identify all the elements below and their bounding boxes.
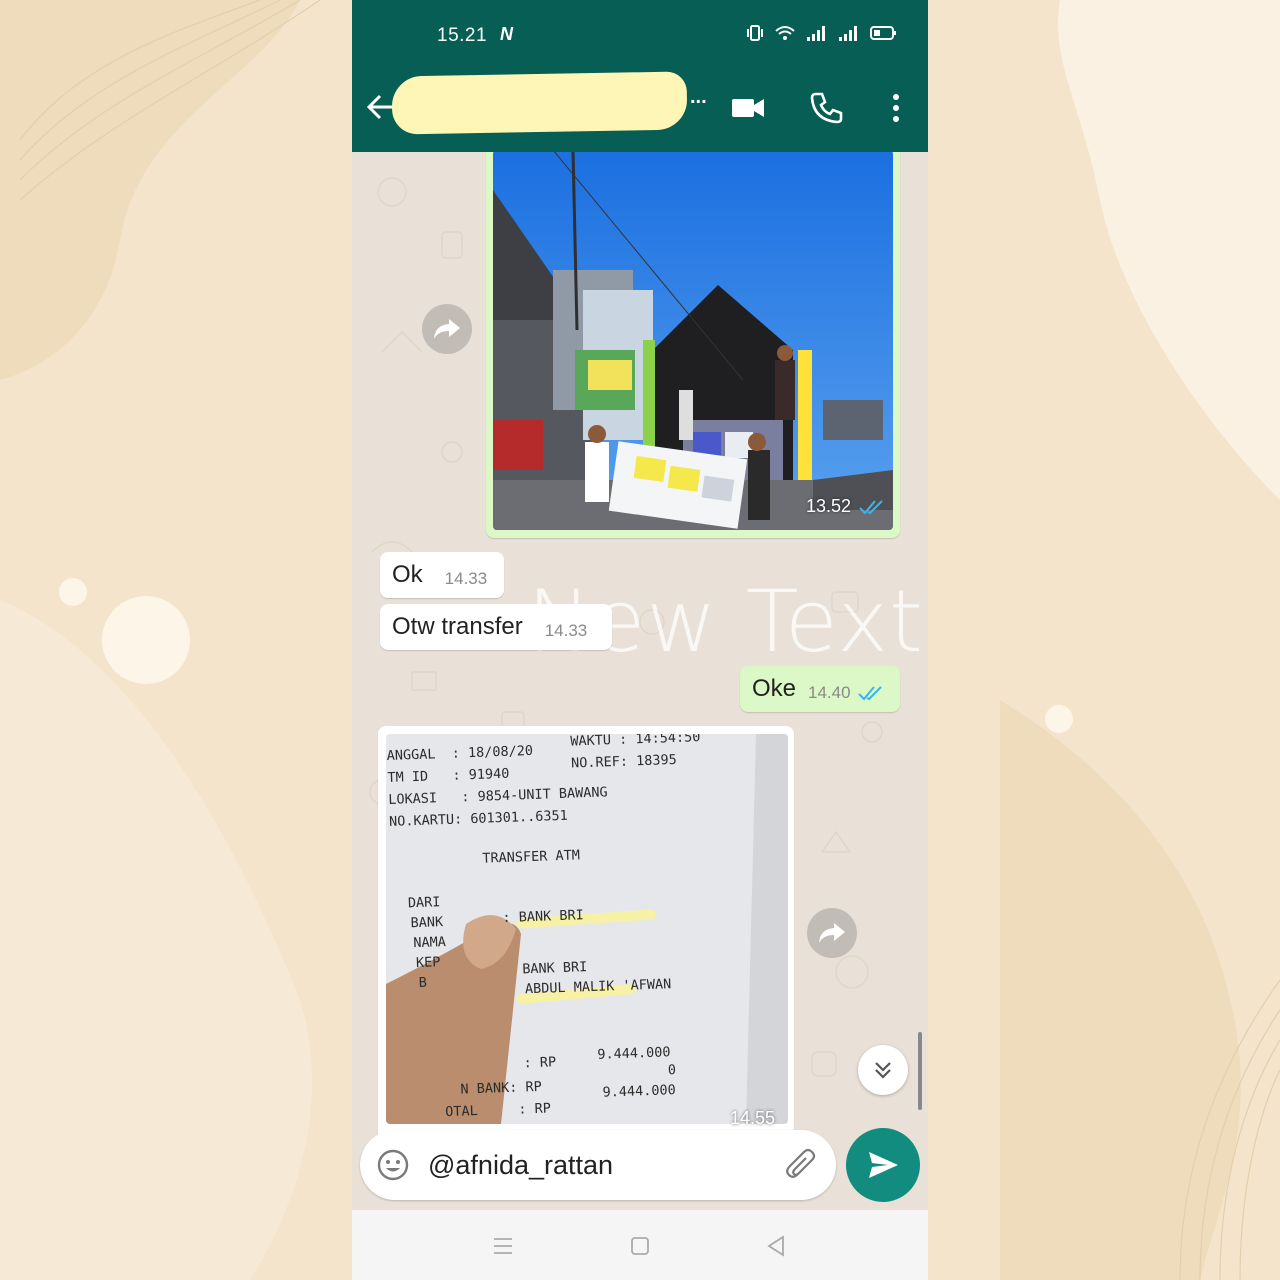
double-chevron-down-icon [875, 1062, 891, 1079]
send-button[interactable] [846, 1128, 920, 1202]
video-call-icon[interactable] [730, 90, 766, 126]
receipt-total: 9.444.000 [602, 1082, 677, 1101]
message-time: 13.52 [806, 496, 852, 516]
forward-icon [434, 319, 460, 339]
outgoing-message[interactable]: Oke 14.40 [740, 666, 900, 712]
scrollbar[interactable] [918, 1032, 922, 1110]
message-time: 14.40 [808, 683, 851, 702]
voice-call-icon[interactable] [808, 90, 844, 126]
receipt-text: ANGGAL : 18/08/20 WAKTU : 14:54:50 TM ID… [386, 734, 788, 1124]
more-options-icon[interactable] [878, 90, 914, 126]
attach-icon[interactable] [784, 1148, 820, 1184]
message-composer: @afnida_rattan [352, 1120, 928, 1210]
message-input-box[interactable]: @afnida_rattan [360, 1130, 836, 1200]
forward-button[interactable] [422, 304, 472, 354]
menu-icon[interactable] [491, 1234, 515, 1258]
send-icon [869, 1152, 898, 1178]
incoming-message[interactable]: Otw transfer 14.33 [380, 604, 612, 650]
receipt-label: BANK [410, 914, 444, 932]
forward-button[interactable] [807, 908, 857, 958]
emoji-icon[interactable] [376, 1148, 410, 1182]
receipt-to-name: ABDUL MALIK 'AFWAN [524, 976, 672, 998]
message-text: Ok [392, 561, 423, 588]
signal-icon-2 [839, 26, 857, 41]
read-ticks-icon [859, 500, 883, 515]
receipt-from-bank: : BANK BRI [502, 907, 585, 927]
home-icon[interactable] [628, 1234, 652, 1258]
receipt-line: WAKTU : 14:54:50 [570, 734, 701, 750]
receipt-to-bank: BANK BRI [522, 959, 588, 978]
truck-photo-image [493, 152, 893, 530]
receipt-fee: 0 [667, 1062, 677, 1079]
system-navigation-bar [352, 1210, 928, 1280]
wifi-icon [775, 26, 795, 40]
signal-icon-1 [807, 26, 825, 41]
status-time: 15.21 [437, 25, 488, 46]
more-dots-label: ... [690, 86, 707, 108]
chat-header: ... [352, 62, 928, 152]
receipt-fee-label: N BANK: RP [460, 1078, 542, 1098]
receipt-line: ANGGAL : 18/08/20 [386, 742, 534, 764]
notification-icon: N [500, 24, 513, 44]
receipt-label: DARI [407, 894, 441, 912]
read-ticks-icon [857, 686, 882, 701]
receipt-line: LOKASI : 9854-UNIT BAWANG [388, 784, 608, 808]
incoming-image-message[interactable]: ANGGAL : 18/08/20 WAKTU : 14:54:50 TM ID… [378, 726, 794, 1146]
receipt-label: B [418, 974, 428, 992]
chat-area[interactable]: 13.52 New Text Ok 14.33 Otw transfer 14.… [352, 152, 928, 1210]
outgoing-image-message[interactable]: 13.52 [486, 152, 900, 538]
forward-icon [819, 923, 845, 943]
receipt-label: KEP [415, 954, 441, 972]
receipt-photo[interactable]: ANGGAL : 18/08/20 WAKTU : 14:54:50 TM ID… [386, 734, 788, 1124]
receipt-total-label: OTAL : RP [444, 1100, 552, 1121]
vibrate-icon [747, 25, 763, 41]
receipt-title: TRANSFER ATM [482, 847, 581, 867]
receipt-label: NAMA [413, 934, 447, 952]
receipt-line: TM ID : 91940 [387, 765, 510, 786]
message-text: Oke [752, 675, 797, 702]
message-input[interactable]: @afnida_rattan [428, 1150, 613, 1181]
incoming-message[interactable]: Ok 14.33 [380, 552, 504, 598]
status-bar: 15.21 N [352, 0, 928, 62]
receipt-line: NO.KARTU: 601301..6351 [388, 807, 569, 830]
message-time: 14.33 [444, 569, 488, 588]
battery-icon [870, 26, 896, 40]
message-time: 14.33 [544, 621, 588, 640]
contact-name-redaction[interactable] [391, 71, 688, 135]
scroll-to-bottom-button[interactable] [858, 1045, 908, 1095]
truck-photo[interactable] [493, 152, 893, 530]
back-icon[interactable] [764, 1234, 788, 1258]
message-text: Otw transfer [392, 613, 523, 640]
receipt-line: NO.REF: 18395 [570, 751, 678, 772]
receipt-amount-label: : RP [523, 1054, 557, 1072]
status-icons [746, 24, 898, 42]
receipt-amount: 9.444.000 [597, 1044, 671, 1063]
phone-screen: 15.21 N ... 13.52 New Text Ok 14.33 Otw … [352, 0, 928, 1280]
